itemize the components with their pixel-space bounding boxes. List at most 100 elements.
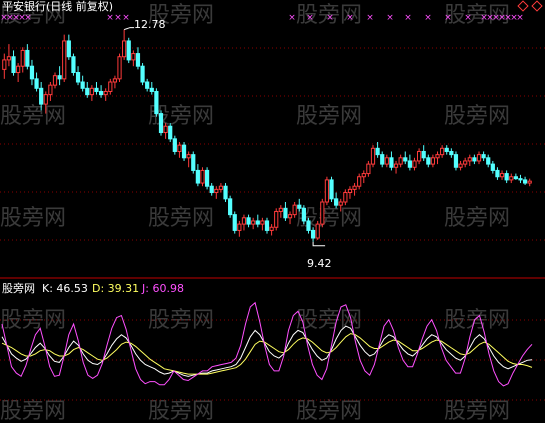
candle-body: [407, 160, 412, 168]
low-leader-line: [312, 241, 326, 247]
event-marker: ×: [366, 13, 374, 23]
candle-body: [20, 49, 25, 67]
candle-body: [237, 223, 242, 231]
candle-body: [495, 169, 500, 178]
candle-body: [463, 160, 468, 165]
candle-body: [52, 75, 58, 86]
j-value-label: J: 60.98: [142, 282, 184, 295]
candle-body: [126, 40, 131, 61]
candle-body: [421, 150, 426, 159]
candle-body: [453, 154, 459, 168]
candle-body: [504, 173, 509, 181]
candle-body: [490, 163, 495, 171]
event-marker: ×: [444, 13, 452, 23]
high-price-label: 12.78: [134, 18, 166, 31]
candle-body: [481, 154, 486, 159]
watermark-text: 股旁网: [296, 399, 362, 423]
candle-body: [154, 90, 159, 115]
candle-body: [6, 56, 12, 61]
candle-body: [380, 154, 385, 165]
event-marker: ×: [288, 13, 296, 23]
candle-body: [75, 72, 81, 83]
candle-body: [223, 185, 228, 200]
candle-body: [158, 113, 164, 134]
candle-body: [209, 185, 214, 194]
k-value-label: K: 46.53: [42, 282, 88, 295]
candle-body: [200, 169, 205, 184]
candle-body: [324, 179, 330, 203]
candle-body: [458, 163, 463, 168]
candle-body: [29, 65, 35, 80]
low-price-label: 9.42: [307, 257, 332, 270]
candle-body: [352, 185, 357, 190]
candle-body: [449, 150, 454, 156]
watermark-text: 股旁网: [0, 104, 66, 129]
candle-body: [140, 65, 145, 83]
candle-body: [334, 198, 339, 206]
candle-body: [292, 204, 297, 216]
candle-body: [440, 147, 445, 156]
candle-body: [103, 90, 108, 96]
candle-body: [264, 220, 270, 231]
candle-body: [39, 87, 44, 105]
candle-body: [260, 220, 265, 225]
candle-body: [135, 53, 141, 67]
candle-body: [486, 157, 491, 165]
candle-body: [416, 150, 422, 162]
candle-body: [357, 176, 362, 187]
chart-title: 平安银行(日线 前复权): [2, 0, 114, 13]
candle-body: [310, 229, 316, 239]
event-marker: ×: [122, 13, 130, 23]
candle-body: [375, 147, 380, 156]
candle-body: [85, 87, 90, 96]
candle-body: [172, 138, 177, 152]
chart-window: 股旁网 股旁网 股旁网 股旁网 股旁网 股旁网 股旁网 股旁网 股旁网 股旁网 股旁网 股旁网 股旁网股…: [0, 0, 545, 423]
candle-body: [195, 169, 200, 184]
watermark-text: 股旁网: [148, 206, 214, 231]
candle-body: [509, 176, 514, 181]
candle-body: [168, 125, 173, 140]
watermark-text: 股旁网: [444, 399, 510, 423]
candle-body: [149, 87, 154, 92]
watermark-text: 股旁网: [0, 206, 66, 231]
candle-body: [255, 220, 260, 225]
candle-body: [62, 40, 67, 80]
candle-body: [186, 154, 191, 159]
candle-body: [25, 49, 30, 67]
event-marker: ×: [464, 13, 472, 23]
candle-body: [361, 173, 366, 178]
candle-body: [320, 201, 325, 225]
candle-body: [329, 179, 334, 200]
candle-body: [467, 157, 472, 162]
candle-body: [476, 154, 482, 162]
candle-body: [287, 214, 293, 219]
candle-body: [389, 157, 394, 168]
candle-body: [527, 180, 532, 184]
candle-body: [398, 157, 403, 165]
candle-body: [34, 78, 39, 89]
candle-body: [71, 56, 76, 74]
watermark-text: 股旁网: [0, 399, 66, 423]
d-value-label: D: 39.31: [92, 282, 140, 295]
candle-body: [48, 84, 53, 96]
event-marker: ×: [386, 13, 394, 23]
candle-body: [430, 157, 436, 165]
candle-body: [204, 169, 210, 187]
candle-body: [283, 207, 288, 219]
candle-body: [218, 185, 224, 190]
candle-body: [191, 154, 196, 171]
watermark-text: 股旁网: [148, 399, 214, 423]
high-leader-line: [123, 27, 135, 31]
candle-body: [513, 176, 518, 180]
candle-body: [278, 207, 283, 212]
candle-body: [145, 81, 150, 89]
event-marker: ×: [516, 13, 524, 23]
event-marker: ×: [106, 13, 114, 23]
watermark-text: 股旁网: [444, 104, 510, 129]
candle-body: [412, 160, 417, 168]
candle-body: [444, 147, 449, 152]
candle-body: [241, 217, 247, 225]
chart-canvas: 股旁网 股旁网 股旁网 股旁网股旁网 股旁网 股旁网 股旁网股旁网 股旁网 股旁网 股旁网股旁网股…: [0, 3, 545, 423]
candle-body: [43, 94, 48, 105]
candle-body: [66, 40, 71, 58]
